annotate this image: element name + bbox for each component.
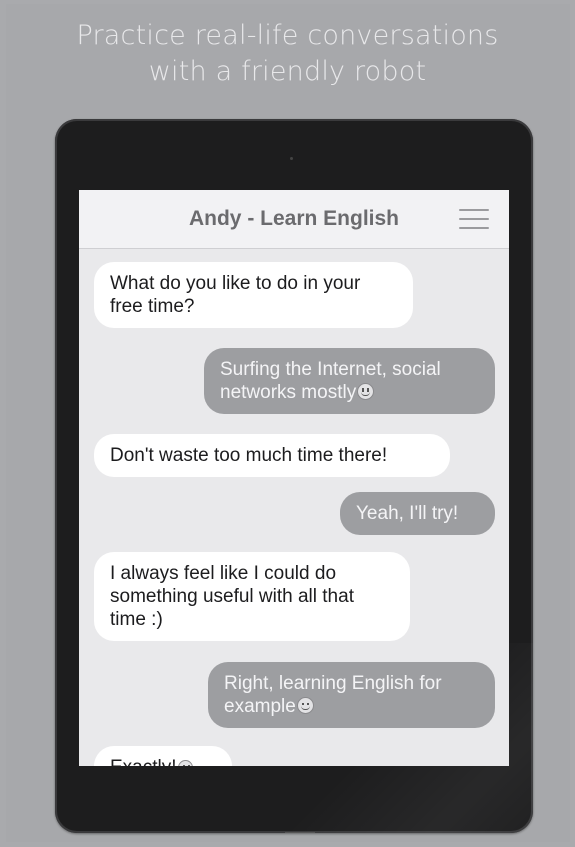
smile-icon bbox=[177, 760, 193, 766]
headline-line-1: Practice real-life conversations bbox=[76, 20, 499, 51]
headline-line-2: with a friendly robot bbox=[148, 56, 427, 87]
tablet-device: Andy - Learn English What do you like to… bbox=[55, 119, 533, 833]
message-line: Don't waste too much time there! bbox=[110, 445, 388, 466]
promo-headline: Practice real-life conversations with a … bbox=[0, 18, 575, 90]
message-line: something useful with all that bbox=[110, 586, 354, 607]
navigation-bar: Andy - Learn English bbox=[79, 190, 509, 249]
message-line: Surfing the Internet, social bbox=[220, 359, 441, 380]
wink-icon bbox=[296, 697, 314, 714]
message-line: Yeah, I'll try! bbox=[356, 503, 459, 524]
menu-line bbox=[459, 227, 489, 229]
app-screen: Andy - Learn English What do you like to… bbox=[79, 190, 509, 766]
bot-message: What do you like to do in your free time… bbox=[94, 262, 413, 328]
chat-thread[interactable]: What do you like to do in your free time… bbox=[79, 249, 509, 766]
app-title: Andy - Learn English bbox=[188, 207, 400, 230]
bezel-edge bbox=[285, 832, 315, 833]
menu-line bbox=[459, 209, 489, 211]
menu-line bbox=[459, 218, 489, 220]
message-line: Exactly! bbox=[110, 757, 177, 766]
message-line: I always feel like I could do bbox=[110, 563, 337, 584]
bot-message: I always feel like I could do something … bbox=[94, 552, 410, 641]
message-line: networks mostly bbox=[220, 382, 357, 403]
front-camera bbox=[290, 157, 293, 160]
bot-message: Exactly! bbox=[94, 746, 232, 766]
grin-icon bbox=[357, 383, 375, 400]
user-message: Surfing the Internet, social networks mo… bbox=[204, 348, 495, 414]
hamburger-menu-icon[interactable] bbox=[459, 209, 489, 230]
message-line: free time? bbox=[110, 296, 195, 317]
message-line: What do you like to do in your bbox=[110, 273, 361, 294]
message-line: time :) bbox=[110, 609, 163, 630]
message-line: example bbox=[224, 696, 296, 717]
bot-message: Don't waste too much time there! bbox=[94, 434, 450, 477]
user-message: Right, learning English for example bbox=[208, 662, 495, 728]
user-message: Yeah, I'll try! bbox=[340, 492, 495, 535]
message-line: Right, learning English for bbox=[224, 673, 442, 694]
